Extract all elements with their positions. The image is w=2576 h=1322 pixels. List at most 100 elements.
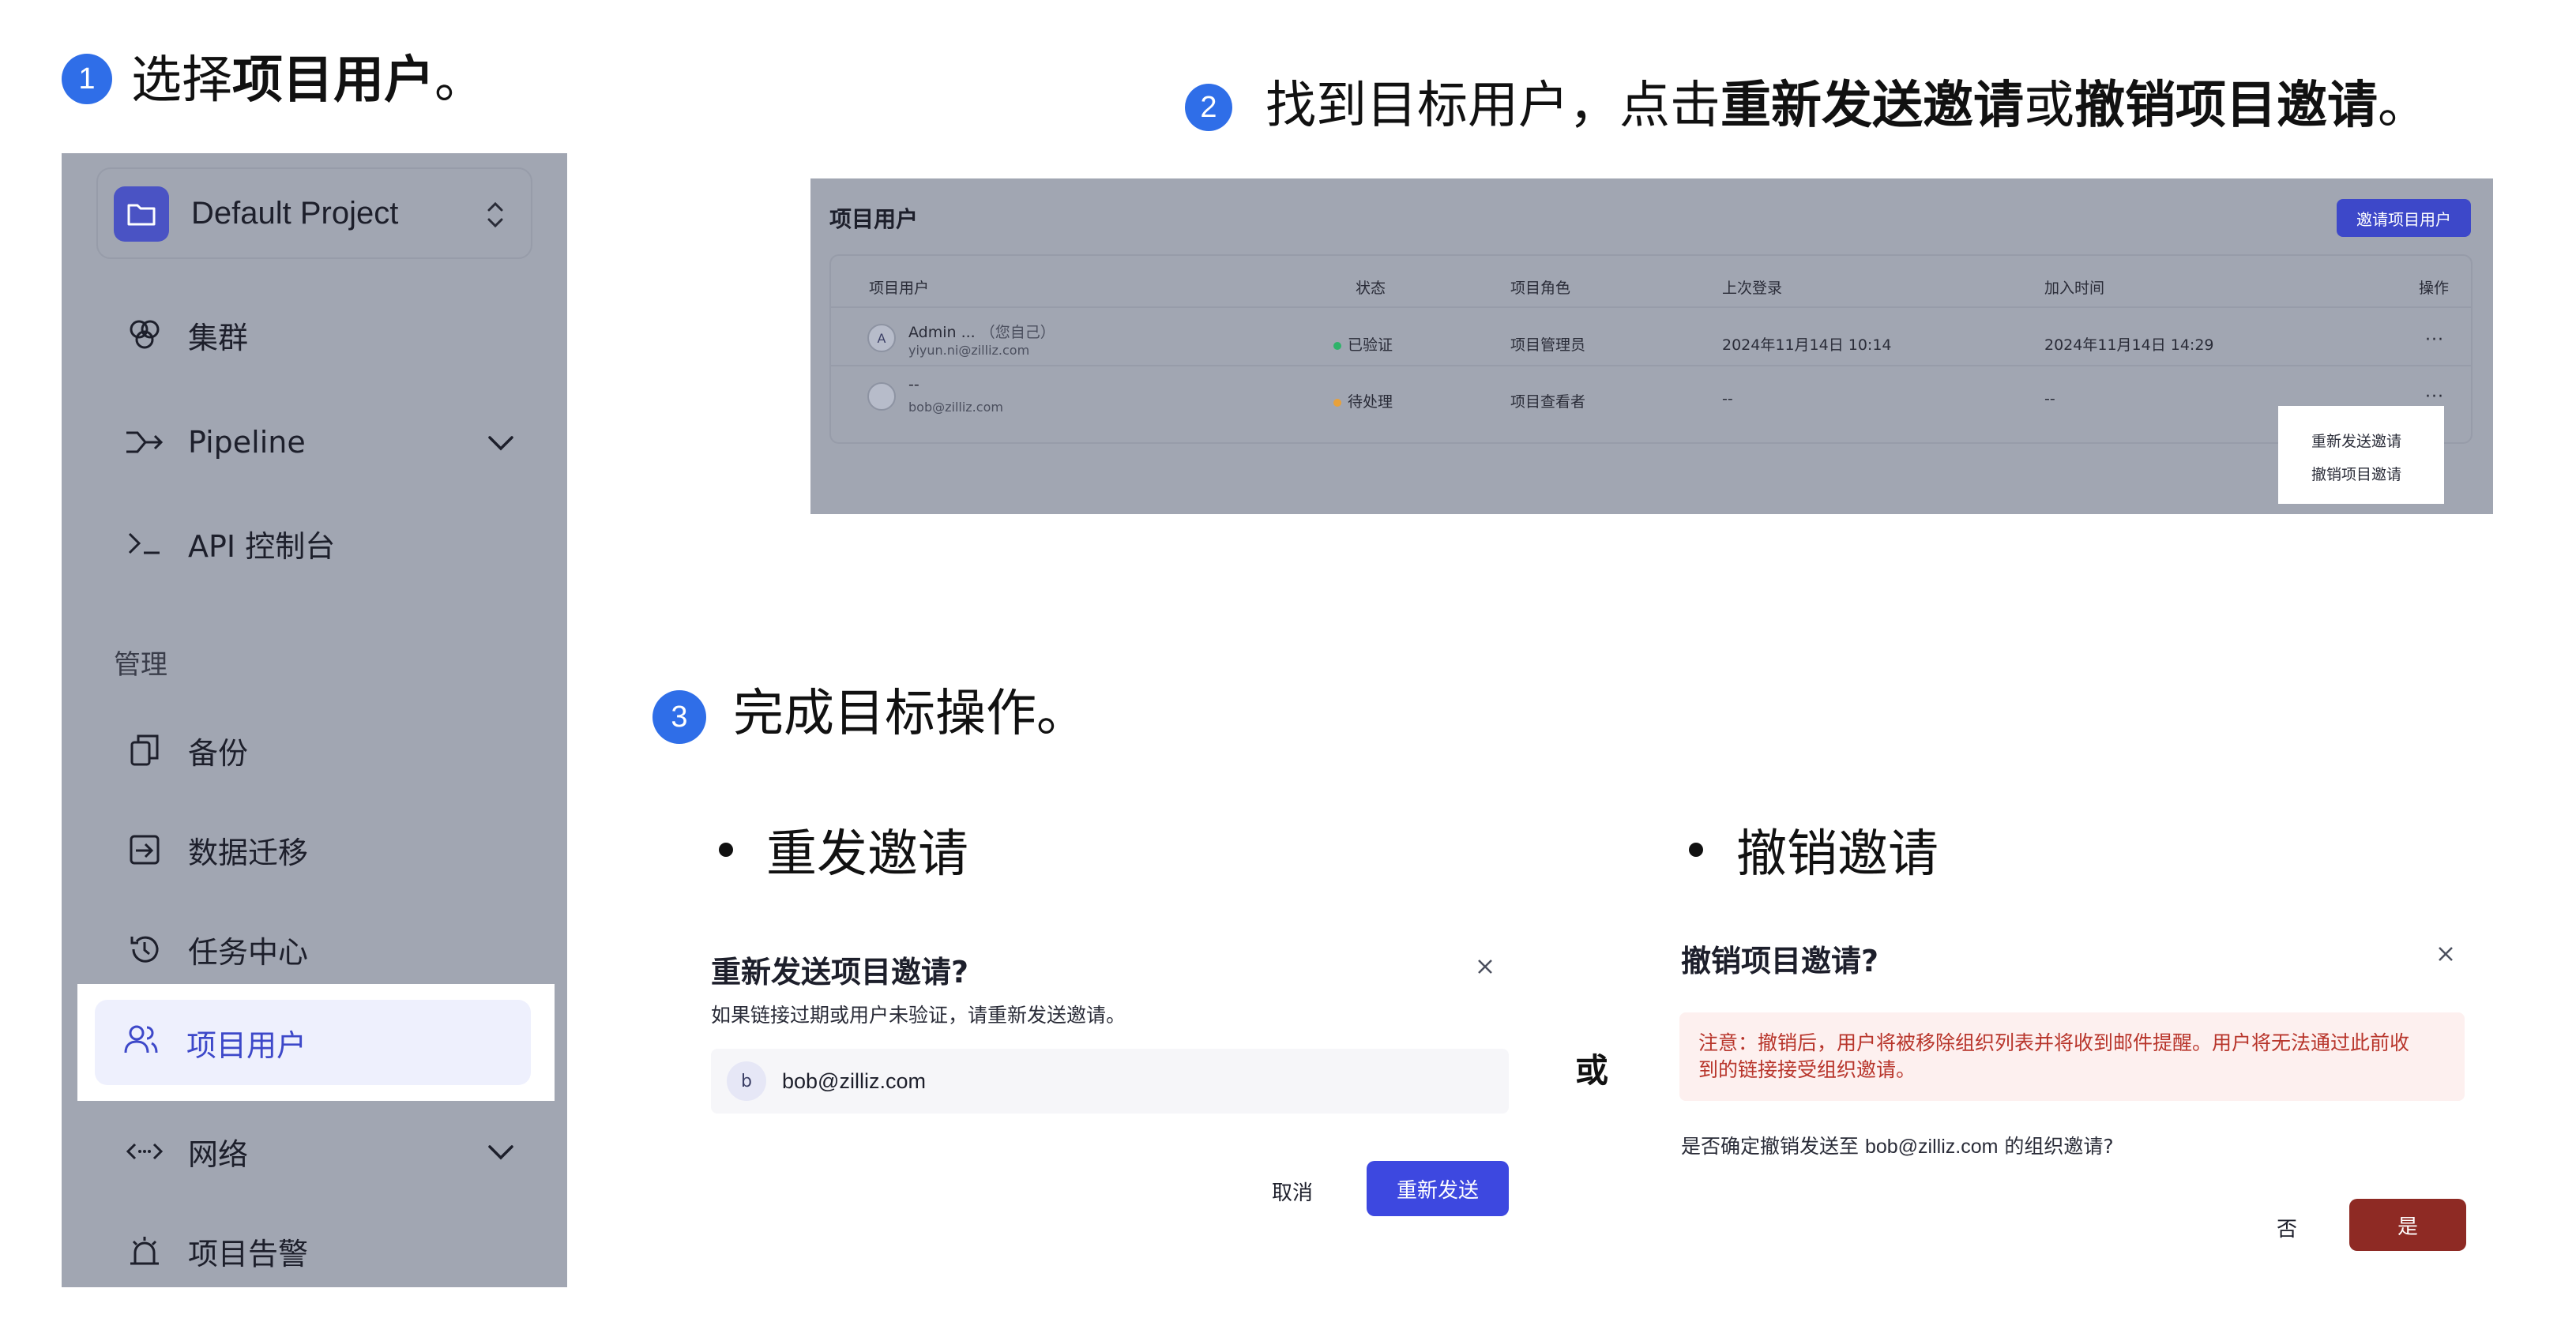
user-role: 项目管理员 — [1510, 336, 1586, 354]
user-name-text: Admin ... — [908, 324, 976, 341]
warning-line-2: 到的链接接受组织邀请。 — [1698, 1058, 1916, 1081]
row-actions-button[interactable]: ··· — [2425, 330, 2444, 350]
row-divider — [831, 306, 2471, 308]
sidebar-item-task-center[interactable]: 任务中心 — [125, 926, 308, 973]
warning-line-1: 注意：撤销后，用户将被移除组织列表并将收到邮件提醒。用户将无法通过此前收 — [1698, 1031, 2410, 1054]
confirm-suffix: 的组织邀请? — [1998, 1135, 2114, 1158]
resend-dialog-description: 如果链接过期或用户未验证，请重新发送邀请。 — [711, 1004, 1126, 1027]
step-3-badge: 3 — [652, 690, 706, 744]
invite-user-button[interactable]: 邀请项目用户 — [2337, 199, 2471, 237]
user-name: Admin ... （您自己） — [908, 321, 1055, 342]
menu-item-revoke-invite[interactable]: 撤销项目邀请 — [2311, 463, 2401, 484]
avatar — [867, 382, 896, 411]
row-actions-button[interactable]: ··· — [2425, 387, 2444, 407]
highlight-box: 项目用户 — [77, 984, 555, 1101]
step-1-title: 选择项目用户。 — [131, 55, 485, 106]
sidebar-item-project-users[interactable]: 项目用户 — [95, 1000, 531, 1085]
migration-icon — [125, 830, 164, 869]
step-2-bold-revoke: 撤销项目邀请 — [2074, 77, 2378, 135]
close-icon[interactable] — [2436, 945, 2455, 963]
no-button[interactable]: 否 — [2277, 1213, 2297, 1242]
avatar: b — [727, 1061, 766, 1101]
or-separator: 或 — [1575, 1051, 1609, 1090]
confirm-prefix: 是否确定撤销发送至 — [1681, 1135, 1865, 1158]
pipeline-icon — [125, 423, 164, 462]
invitee-email: bob@zilliz.com — [782, 1069, 926, 1093]
status-text: 待处理 — [1348, 393, 1393, 411]
folder-icon — [114, 186, 169, 242]
sidebar-item-label: 网络 — [188, 1136, 249, 1172]
project-name: Default Project — [191, 196, 399, 231]
bullet-dot — [719, 843, 733, 857]
user-role: 项目查看者 — [1510, 393, 1586, 411]
sidebar-panel: Default Project 集群 Pipeline API 控制台 管理 备… — [62, 153, 567, 1287]
revoke-confirm-text: 是否确定撤销发送至 bob@zilliz.com 的组织邀请? — [1681, 1131, 2114, 1159]
bullet-dot — [1689, 843, 1703, 857]
history-icon — [125, 930, 164, 969]
step-1-bold: 项目用户 — [232, 51, 434, 110]
status-dot — [1333, 398, 1341, 407]
close-icon[interactable] — [1476, 957, 1495, 976]
resend-button[interactable]: 重新发送 — [1367, 1161, 1509, 1216]
menu-item-resend-invite[interactable]: 重新发送邀请 — [2311, 430, 2401, 451]
last-login: 2024年11月14日 10:14 — [1722, 336, 1892, 354]
col-header-joined: 加入时间 — [2044, 280, 2105, 297]
invitee-item: b bob@zilliz.com — [711, 1049, 1509, 1114]
sidebar-item-cluster[interactable]: 集群 — [125, 311, 248, 359]
project-users-panel: 项目用户 邀请项目用户 项目用户 状态 项目角色 上次登录 加入时间 操作 A … — [810, 178, 2493, 514]
step-2-title: 找到目标用户，点击重新发送邀请或撤销项目邀请。 — [1265, 81, 2428, 131]
resend-dialog-title: 重新发送项目邀请? — [711, 955, 969, 990]
step-1-badge: 1 — [62, 54, 112, 104]
user-name: -- — [908, 376, 919, 393]
sidebar-item-label: 数据迁移 — [188, 835, 309, 870]
step-1-prefix: 选择 — [131, 51, 232, 110]
step-2-badge: 2 — [1185, 84, 1232, 131]
sidebar-item-label: 任务中心 — [188, 934, 309, 970]
revoke-warning: 注意：撤销后，用户将被移除组织列表并将收到邮件提醒。用户将无法通过此前收 到的链… — [1679, 1012, 2465, 1101]
confirm-email: bob@zilliz.com — [1864, 1136, 1999, 1158]
backup-icon — [125, 730, 164, 770]
sidebar-item-label: 备份 — [188, 735, 249, 771]
col-header-actions: 操作 — [2419, 280, 2450, 297]
project-selector[interactable]: Default Project — [96, 167, 532, 259]
cancel-button[interactable]: 取消 — [1272, 1177, 1313, 1206]
sidebar-item-label: 项目告警 — [188, 1236, 309, 1271]
users-table: 项目用户 状态 项目角色 上次登录 加入时间 操作 A Admin ... （您… — [829, 254, 2473, 444]
col-header-status: 状态 — [1356, 280, 1386, 297]
status-badge: 已验证 — [1333, 333, 1393, 355]
step-2-prefix: 找到目标用户，点击 — [1265, 77, 1720, 135]
row-actions-menu: 重新发送邀请 撤销项目邀请 — [2278, 406, 2444, 504]
sidebar-item-network[interactable]: 网络 — [125, 1128, 248, 1175]
row-divider — [831, 365, 2471, 366]
bullet-resend-text: 重发邀请 — [766, 825, 968, 884]
chevron-down-icon[interactable] — [485, 431, 517, 455]
bullet-resend: 重发邀请 — [719, 813, 968, 886]
sidebar-item-alarms[interactable]: 项目告警 — [125, 1227, 308, 1275]
step-3-title: 完成目标操作。 — [733, 685, 1087, 743]
step-2-bold-resend: 重新发送邀请 — [1720, 77, 2024, 135]
revoke-dialog-title: 撤销项目邀请? — [1681, 944, 1879, 978]
self-tag: （您自己） — [980, 324, 1055, 341]
sidebar-item-label: Pipeline — [188, 425, 306, 460]
network-icon — [125, 1132, 164, 1171]
users-panel-title: 项目用户 — [829, 206, 919, 232]
section-label-manage: 管理 — [114, 649, 167, 681]
alarm-icon — [125, 1231, 164, 1271]
avatar: A — [867, 324, 896, 352]
yes-button[interactable]: 是 — [2349, 1199, 2466, 1251]
sidebar-item-label: 集群 — [188, 320, 249, 355]
sidebar-item-pipeline[interactable]: Pipeline — [125, 419, 306, 466]
col-header-last-login: 上次登录 — [1722, 280, 1783, 297]
joined-time: -- — [2044, 390, 2055, 407]
users-icon — [123, 1023, 163, 1062]
status-text: 已验证 — [1348, 336, 1393, 354]
sidebar-item-migration[interactable]: 数据迁移 — [125, 826, 308, 873]
sidebar-item-backup[interactable]: 备份 — [125, 727, 248, 774]
col-header-role: 项目角色 — [1510, 280, 1571, 297]
sidebar-item-api-console[interactable]: API 控制台 — [125, 520, 335, 567]
joined-time: 2024年11月14日 14:29 — [2044, 336, 2214, 354]
chevron-updown-icon — [483, 197, 507, 232]
sidebar-item-label: 项目用户 — [186, 1027, 307, 1063]
chevron-down-icon[interactable] — [485, 1140, 517, 1164]
step-2-mid: 或 — [2024, 77, 2074, 135]
